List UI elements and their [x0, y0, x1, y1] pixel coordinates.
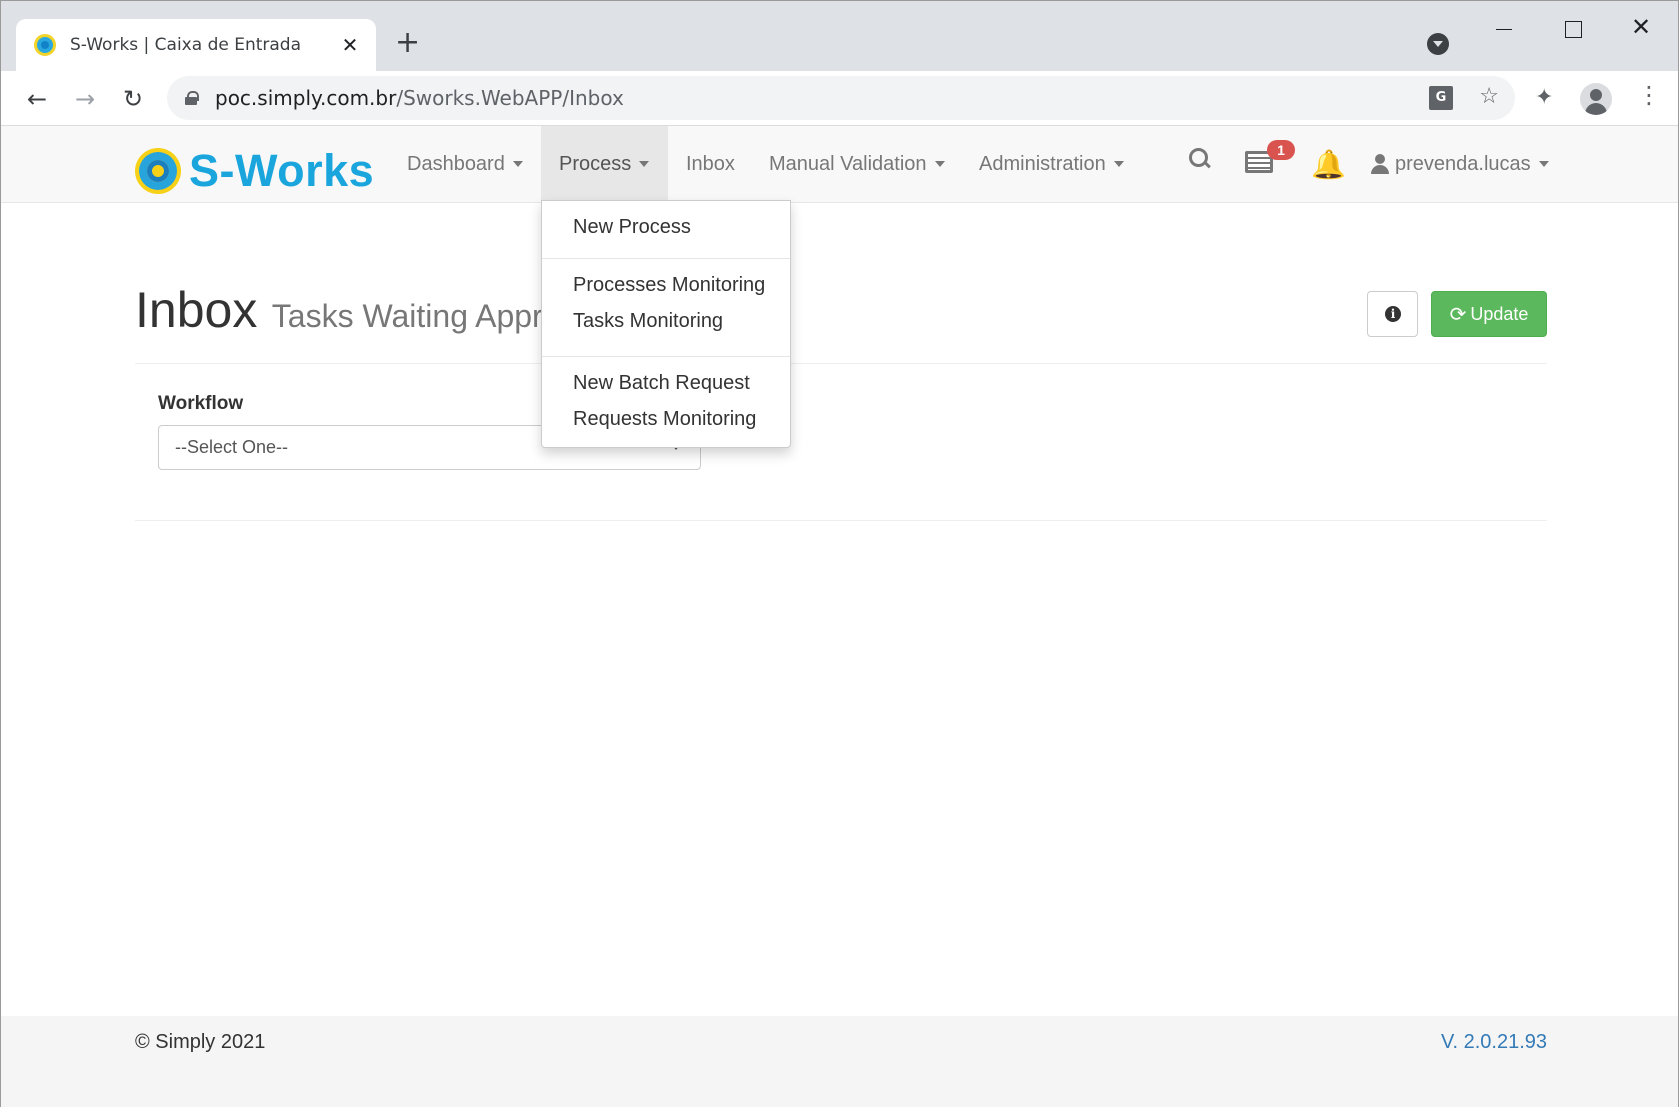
back-arrow-icon[interactable]: ← [19, 81, 55, 117]
nav-manual-validation[interactable]: Manual Validation [751, 126, 963, 202]
nav-manual-validation-label: Manual Validation [769, 152, 927, 175]
url-path: /Sworks.WebAPP/Inbox [396, 86, 624, 110]
bell-icon[interactable]: 🔔 [1311, 148, 1346, 181]
update-label: Update [1470, 303, 1529, 324]
nav-inbox[interactable]: Inbox [668, 126, 753, 202]
tab-strip: S-Works | Caixa de Entrada ✕ + ✕ [1, 1, 1678, 71]
caret-down-icon [934, 161, 945, 167]
url-host: poc.simply.com.br [215, 86, 397, 110]
menu-divider [542, 258, 790, 259]
close-window-button[interactable]: ✕ [1621, 13, 1661, 41]
refresh-icon: ⟳ [1449, 302, 1467, 326]
page-title: Inbox [135, 282, 258, 338]
s-works-logo-icon [135, 148, 181, 194]
brand-name: S-Works [189, 145, 375, 196]
browser-window: S-Works | Caixa de Entrada ✕ + ✕ ← → ↻ p… [0, 0, 1679, 1107]
caret-down-icon [639, 161, 650, 167]
menu-divider [542, 356, 790, 357]
nav-dashboard[interactable]: Dashboard [389, 126, 541, 202]
nav-process-label: Process [559, 152, 632, 175]
page-subtitle: Tasks Waiting Appr [271, 298, 543, 334]
caret-down-icon [1113, 161, 1124, 167]
nav-process[interactable]: Process [541, 126, 668, 202]
menu-item-new-batch-request[interactable]: New Batch Request [542, 367, 790, 399]
browser-toolbar: ← → ↻ poc.simply.com.br/Sworks.WebAPP/In… [1, 71, 1678, 126]
nav-administration[interactable]: Administration [961, 126, 1142, 202]
translate-icon[interactable]: G [1429, 86, 1453, 110]
info-button[interactable]: i [1367, 291, 1418, 337]
forward-arrow-icon[interactable]: → [67, 81, 103, 117]
profile-avatar-icon[interactable] [1580, 83, 1612, 115]
favicon-icon [34, 34, 56, 56]
tab-title: S-Works | Caixa de Entrada [70, 35, 302, 55]
process-dropdown-menu: New Process Processes Monitoring Tasks M… [541, 200, 791, 448]
menu-item-new-process[interactable]: New Process [542, 211, 790, 243]
nav-dashboard-label: Dashboard [407, 152, 505, 175]
extensions-icon[interactable]: ✦ [1535, 85, 1553, 110]
maximize-button[interactable] [1553, 19, 1593, 40]
menu-item-processes-monitoring[interactable]: Processes Monitoring [542, 269, 790, 301]
tab-close-icon[interactable]: ✕ [338, 33, 362, 57]
caret-down-icon [512, 161, 523, 167]
reload-icon[interactable]: ↻ [115, 81, 151, 117]
minimize-button[interactable] [1484, 15, 1524, 44]
address-bar[interactable]: poc.simply.com.br/Sworks.WebAPP/Inbox G … [167, 76, 1515, 120]
info-circle-icon: i [1385, 306, 1401, 322]
version-link[interactable]: V. 2.0.21.93 [1441, 1031, 1547, 1054]
tab-search-icon[interactable] [1427, 33, 1449, 55]
browser-menu-icon[interactable]: ⋮ [1637, 81, 1661, 109]
page-header: Inbox Tasks Waiting Appr [135, 281, 1547, 364]
username: prevenda.lucas [1395, 152, 1531, 175]
caret-down-icon [1538, 161, 1549, 167]
user-icon [1371, 154, 1389, 174]
update-button[interactable]: ⟳ Update [1431, 291, 1547, 337]
new-tab-button[interactable]: + [395, 25, 420, 61]
menu-item-tasks-monitoring[interactable]: Tasks Monitoring [542, 305, 790, 337]
content-divider [135, 520, 1547, 521]
brand-link[interactable]: S-Works [135, 145, 374, 197]
nav-inbox-label: Inbox [686, 152, 735, 175]
bookmark-star-icon[interactable]: ☆ [1479, 84, 1499, 109]
search-icon[interactable] [1189, 148, 1211, 170]
browser-tab[interactable]: S-Works | Caixa de Entrada ✕ [16, 19, 376, 71]
menu-item-requests-monitoring[interactable]: Requests Monitoring [542, 403, 790, 435]
workflow-label: Workflow [158, 393, 244, 414]
tasks-count-badge: 1 [1267, 140, 1295, 160]
app-navbar: S-Works Dashboard Process Inbox Manual V… [1, 126, 1678, 203]
nav-administration-label: Administration [979, 152, 1106, 175]
user-menu[interactable]: prevenda.lucas [1371, 126, 1549, 202]
lock-icon[interactable] [185, 91, 199, 105]
footer: © Simply 2021 V. 2.0.21.93 [1, 1016, 1678, 1107]
workflow-select-value: --Select One-- [175, 437, 289, 457]
copyright-text: © Simply 2021 [135, 1031, 266, 1053]
